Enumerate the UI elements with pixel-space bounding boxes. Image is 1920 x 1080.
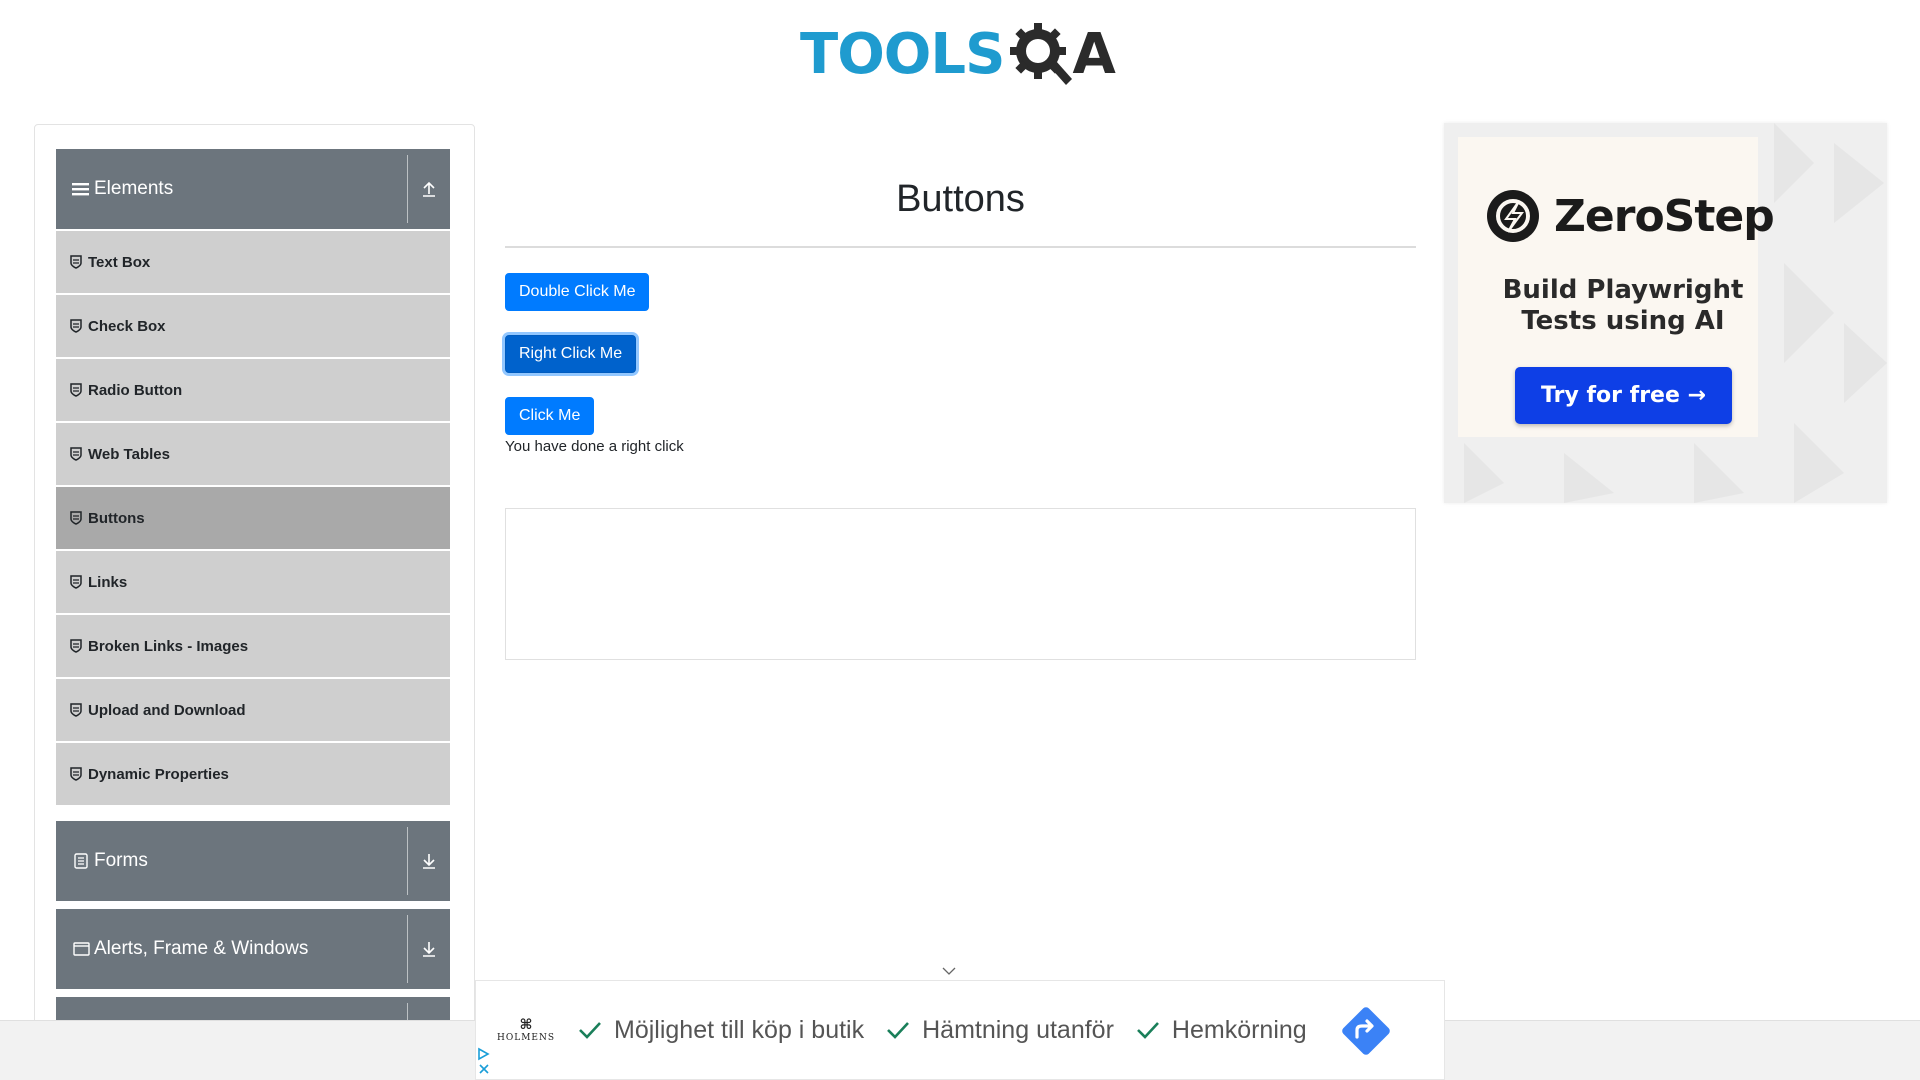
sidebar-item-text-box[interactable]: Text Box <box>56 231 450 293</box>
group-label-elements: Elements <box>94 178 174 199</box>
check-icon <box>1136 1022 1159 1039</box>
click-me-button[interactable]: Click Me <box>505 397 595 435</box>
right-click-button[interactable]: Right Click Me <box>505 335 637 373</box>
shield-icon <box>70 383 82 397</box>
page-title: Buttons <box>896 178 1025 220</box>
ad-feature-label: Hemkörning <box>1171 1015 1307 1044</box>
title-divider <box>505 246 1416 248</box>
holmens-ad-banner[interactable]: ⌘ HOLMENS Möjlighet till köp i butik Häm… <box>475 980 1445 1080</box>
ad-feature-label: Hämtning utanför <box>922 1015 1114 1044</box>
sidebar-item-buttons[interactable]: Buttons <box>56 487 450 549</box>
shield-icon <box>70 255 82 269</box>
sidebar-item-label: Text Box <box>88 253 151 271</box>
shield-icon <box>70 575 82 589</box>
shield-icon <box>70 639 82 653</box>
sidebar-item-label: Dynamic Properties <box>88 765 229 783</box>
ad-tagline-line2: Tests using AI <box>1521 306 1725 336</box>
sidebar-item-label: Upload and Download <box>88 701 246 719</box>
holmens-logo-mark: ⌘ <box>519 1017 533 1033</box>
zerostep-ad[interactable]: ZeroStep Build Playwright Tests using AI… <box>1444 123 1887 503</box>
shield-icon <box>70 703 82 717</box>
ad-placeholder-box <box>505 508 1416 660</box>
right-click-result-message: You have done a right click <box>505 438 684 455</box>
expand-arrow-down-icon[interactable] <box>408 821 450 901</box>
window-icon <box>72 940 90 958</box>
toolsqa-logo[interactable]: TOOLS A <box>800 14 1116 94</box>
ad-brand: ZeroStep <box>1486 189 1775 243</box>
group-label-forms: Forms <box>94 850 148 871</box>
expand-arrow-down-icon[interactable] <box>408 909 450 989</box>
directions-arrow-icon[interactable] <box>1340 1005 1392 1057</box>
ad-feature-item: Hämtning utanför <box>886 1016 1114 1045</box>
shield-icon <box>70 447 82 461</box>
sidebar: Elements Text Box Check Box Radio Button… <box>34 124 475 1024</box>
sidebar-item-web-tables[interactable]: Web Tables <box>56 423 450 485</box>
group-header-forms[interactable]: Forms <box>56 821 450 901</box>
sidebar-item-links[interactable]: Links <box>56 551 450 613</box>
app-root: TOOLS A Elements Text Box Check Box Radi… <box>0 0 1920 1080</box>
try-for-free-button[interactable]: Try for free → <box>1515 367 1732 424</box>
logo-text-a: A <box>1072 21 1116 87</box>
check-icon <box>887 1022 910 1039</box>
shield-icon <box>70 767 82 781</box>
logo-text-tools: TOOLS <box>800 21 1005 87</box>
shield-icon <box>70 319 82 333</box>
ad-brand-name: ZeroStep <box>1554 190 1775 242</box>
group-header-alerts-frame-windows[interactable]: Alerts, Frame & Windows <box>56 909 450 989</box>
sidebar-item-label: Check Box <box>88 317 166 335</box>
document-icon <box>72 852 90 870</box>
double-click-button[interactable]: Double Click Me <box>505 273 650 311</box>
elements-menu-list: Text Box Check Box Radio Button Web Tabl… <box>56 231 450 807</box>
ad-feature-item: Möjlighet till köp i butik <box>578 1016 864 1045</box>
sidebar-item-dynamic-properties[interactable]: Dynamic Properties <box>56 743 450 805</box>
ad-tagline-line1: Build Playwright <box>1502 275 1744 305</box>
sidebar-item-label: Buttons <box>88 509 145 527</box>
collapse-arrow-up-icon[interactable] <box>408 149 450 229</box>
group-label-alerts-frame-windows: Alerts, Frame & Windows <box>94 938 309 959</box>
zerostep-logo-icon <box>1487 190 1539 242</box>
shield-icon <box>70 511 82 525</box>
ad-card: ZeroStep Build Playwright Tests using AI… <box>1458 137 1775 437</box>
sidebar-item-label: Broken Links - Images <box>88 637 249 655</box>
ad-choices-icon[interactable] <box>477 1046 491 1076</box>
ad-feature-label: Möjlighet till köp i butik <box>614 1015 865 1044</box>
sidebar-item-label: Links <box>88 573 128 591</box>
holmens-logo: ⌘ HOLMENS <box>496 1017 556 1043</box>
group-header-elements[interactable]: Elements <box>56 149 450 229</box>
gear-magnifier-icon <box>1010 23 1073 85</box>
sidebar-item-upload-and-download[interactable]: Upload and Download <box>56 679 450 741</box>
ad-feature-item: Hemkörning <box>1136 1016 1307 1045</box>
check-icon <box>579 1022 601 1039</box>
ad-tagline: Build Playwright Tests using AI <box>1458 275 1788 337</box>
sidebar-item-radio-button[interactable]: Radio Button <box>56 359 450 421</box>
sidebar-item-broken-links-images[interactable]: Broken Links - Images <box>56 615 450 677</box>
hamburger-icon <box>72 180 90 198</box>
holmens-logo-text: HOLMENS <box>496 1033 556 1043</box>
sidebar-item-check-box[interactable]: Check Box <box>56 295 450 357</box>
sidebar-item-label: Web Tables <box>88 445 170 463</box>
sidebar-item-label: Radio Button <box>88 381 183 399</box>
chevron-down-icon[interactable] <box>942 966 956 976</box>
